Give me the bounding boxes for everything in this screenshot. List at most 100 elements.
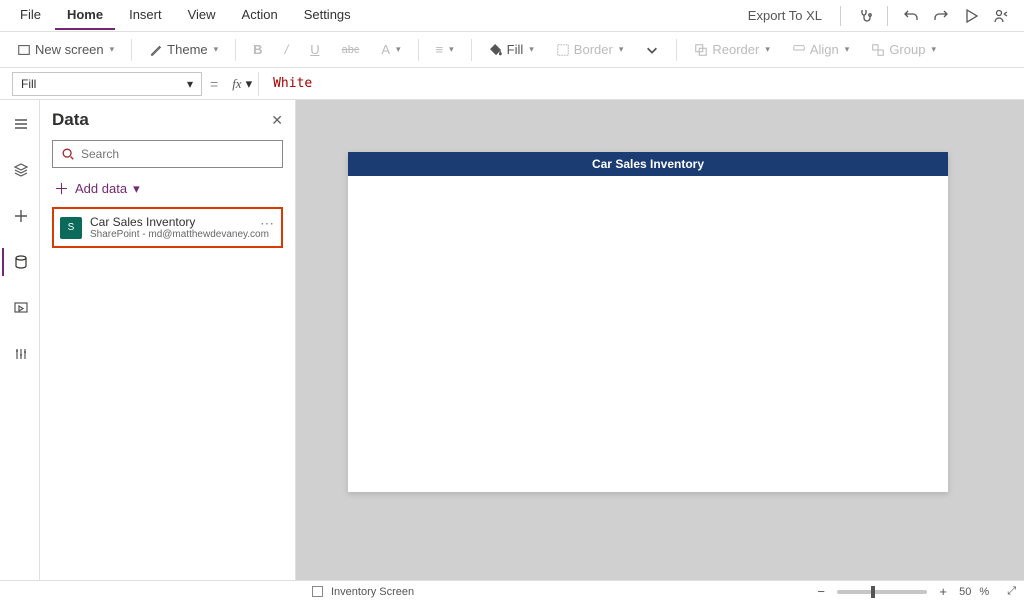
separator [887, 6, 888, 26]
undo-icon[interactable] [896, 1, 926, 31]
border-button[interactable]: Border ▾ [547, 37, 633, 62]
align-button[interactable]: ≡ ▾ [427, 37, 463, 62]
zoom-in-button[interactable]: + [935, 584, 951, 599]
group-button[interactable]: Group ▾ [862, 37, 945, 62]
theme-label: Theme [167, 42, 207, 57]
italic-button[interactable]: / [276, 37, 298, 62]
main-area: Data ✕ ＋ Add data ▾ S Car Sales Inventor… [0, 100, 1024, 580]
datasource-item[interactable]: S Car Sales Inventory SharePoint - md@ma… [52, 207, 283, 248]
canvas-screen[interactable]: Car Sales Inventory [348, 152, 948, 492]
layers-icon[interactable] [2, 156, 38, 184]
plus-icon: ＋ [54, 178, 69, 199]
underline-button[interactable]: U [301, 37, 328, 62]
new-screen-label: New screen [35, 42, 104, 57]
reorder-button[interactable]: Reorder ▾ [685, 37, 779, 62]
menu-home[interactable]: Home [55, 1, 115, 30]
chevron-down-icon: ▾ [619, 44, 624, 55]
chevron-down-icon: ▾ [931, 44, 936, 55]
formula-input[interactable] [267, 72, 1012, 96]
property-name: Fill [21, 77, 36, 91]
fx-box[interactable]: fx ▾ [226, 72, 259, 96]
fill-label: Fill [507, 42, 524, 57]
screen-name-label: Inventory Screen [331, 586, 414, 598]
separator [676, 39, 677, 61]
health-icon[interactable] [849, 1, 879, 31]
left-rail [0, 100, 40, 580]
datasource-text: Car Sales Inventory SharePoint - md@matt… [90, 215, 269, 240]
menu-file[interactable]: File [8, 1, 53, 30]
panel-title: Data [52, 110, 89, 130]
menu-view[interactable]: View [176, 1, 228, 30]
separator [840, 6, 841, 26]
bold-button[interactable]: B [244, 37, 271, 62]
fontcolor-button[interactable]: A ▾ [372, 37, 409, 62]
zoom-thumb[interactable] [871, 586, 875, 598]
menu-right: Export To XL [738, 1, 1016, 31]
separator [131, 39, 132, 61]
status-bar: Inventory Screen − + 50 % ⤢ [0, 580, 1024, 602]
add-data-button[interactable]: ＋ Add data ▾ [54, 178, 283, 199]
formula-bar: Fill ▾ = fx ▾ [0, 68, 1024, 100]
separator [471, 39, 472, 61]
align2-button[interactable]: Align ▾ [783, 37, 858, 62]
chevron-down-icon: ▾ [449, 44, 454, 55]
close-icon[interactable]: ✕ [271, 112, 283, 129]
zoom-value: 50 [959, 586, 971, 598]
align2-label: Align [810, 42, 839, 57]
expand-button[interactable] [636, 38, 668, 62]
property-selector[interactable]: Fill ▾ [12, 72, 202, 96]
chevron-down-icon: ▾ [110, 44, 115, 55]
separator [418, 39, 419, 61]
separator [235, 39, 236, 61]
datasource-name: Car Sales Inventory [90, 215, 269, 229]
screen-checkbox[interactable] [312, 586, 323, 597]
group-label: Group [889, 42, 925, 57]
fit-icon[interactable]: ⤢ [1007, 585, 1016, 598]
chevron-down-icon: ▾ [214, 44, 219, 55]
theme-button[interactable]: Theme ▾ [140, 37, 227, 62]
search-icon [61, 147, 75, 161]
menu-settings[interactable]: Settings [292, 1, 363, 30]
data-panel: Data ✕ ＋ Add data ▾ S Car Sales Inventor… [40, 100, 296, 580]
menu-left: File Home Insert View Action Settings [8, 1, 363, 30]
share-icon[interactable] [986, 1, 1016, 31]
add-data-label: Add data [75, 181, 127, 196]
search-box[interactable] [52, 140, 283, 168]
zoom-slider[interactable] [837, 590, 927, 594]
strike-button[interactable]: abc [333, 39, 369, 61]
search-input[interactable] [81, 147, 274, 161]
chevron-down-icon: ▾ [133, 181, 140, 197]
insert-icon[interactable] [2, 202, 38, 230]
fontcolor-label: A [381, 42, 390, 57]
chevron-down-icon: ▾ [529, 44, 534, 55]
chevron-down-icon: ▾ [396, 44, 401, 55]
chevron-down-icon: ▾ [845, 44, 850, 55]
chevron-down-icon: ▾ [187, 77, 193, 91]
advanced-icon[interactable] [2, 340, 38, 368]
screen-header-label[interactable]: Car Sales Inventory [348, 152, 948, 176]
ribbon: New screen ▾ Theme ▾ B / U abc A ▾ ≡ ▾ F… [0, 32, 1024, 68]
equals-label: = [210, 76, 218, 92]
menu-bar: File Home Insert View Action Settings Ex… [0, 0, 1024, 32]
reorder-label: Reorder [712, 42, 759, 57]
align-icon: ≡ [436, 42, 444, 57]
zoom-out-button[interactable]: − [813, 584, 829, 599]
data-icon[interactable] [2, 248, 38, 276]
zoom-suffix: % [979, 586, 989, 598]
play-icon[interactable] [956, 1, 986, 31]
border-label: Border [574, 42, 613, 57]
chevron-down-icon: ▾ [246, 76, 253, 92]
chevron-down-icon: ▾ [765, 44, 770, 55]
canvas-area[interactable]: Car Sales Inventory [296, 100, 1024, 580]
menu-insert[interactable]: Insert [117, 1, 174, 30]
datasource-subtitle: SharePoint - md@matthewdevaney.com [90, 229, 269, 240]
export-button[interactable]: Export To XL [738, 4, 832, 27]
new-screen-button[interactable]: New screen ▾ [8, 37, 123, 62]
redo-icon[interactable] [926, 1, 956, 31]
menu-action[interactable]: Action [230, 1, 290, 30]
fill-button[interactable]: Fill ▾ [480, 37, 543, 62]
tree-view-icon[interactable] [2, 110, 38, 138]
more-icon[interactable]: ⋯ [260, 215, 275, 232]
sharepoint-icon: S [60, 217, 82, 239]
media-icon[interactable] [2, 294, 38, 322]
